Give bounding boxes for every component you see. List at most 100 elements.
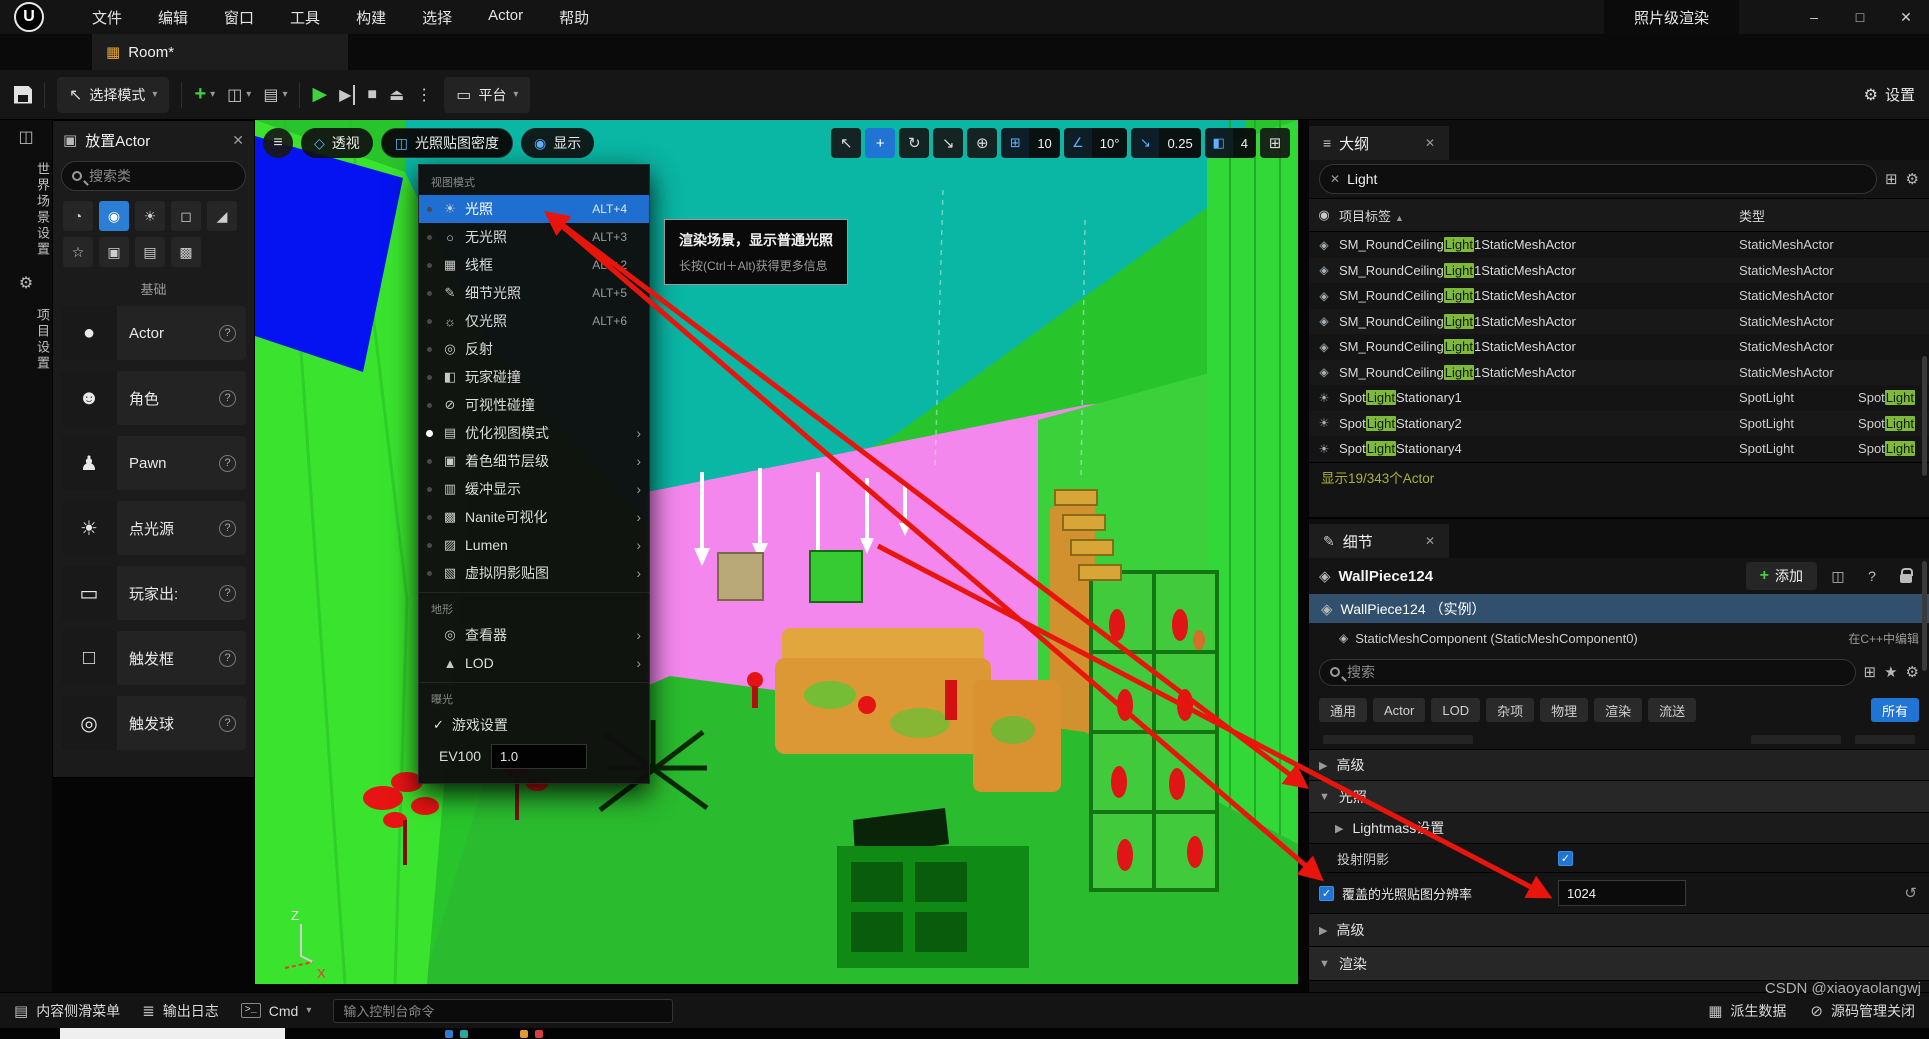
category-tile[interactable]: ◻ (171, 201, 201, 231)
lock-icon[interactable] (1893, 563, 1919, 589)
source-control-button[interactable]: ⊘ 源码管理关闭 (1810, 1001, 1915, 1021)
menu-item[interactable]: 帮助 (545, 1, 603, 34)
menu-item[interactable]: 选择 (408, 1, 466, 34)
cast-shadow-checkbox[interactable]: ✓ (1558, 851, 1573, 866)
menu-item[interactable]: 工具 (276, 1, 334, 34)
add-actor-button[interactable]: + ▾ (194, 83, 215, 106)
console-command-input[interactable]: 输入控制台命令 (333, 999, 673, 1023)
section-advanced[interactable]: ▶ 高级 (1309, 750, 1929, 781)
show-button[interactable]: ◉ 显示 (521, 128, 594, 158)
add-component-button[interactable]: + 添加 (1746, 562, 1817, 590)
settings-button[interactable]: ⚙ 设置 (1864, 84, 1915, 105)
viewport-menu-icon[interactable]: ≡ (263, 128, 293, 158)
view-mode-menu-item[interactable]: ▨ Lumen › (419, 531, 649, 559)
view-mode-menu-item[interactable]: ▲ LOD › (419, 649, 649, 677)
details-settings-icon[interactable]: ⚙ (1906, 663, 1919, 681)
platform-button[interactable]: ▭ 平台 ▾ (444, 77, 530, 113)
menu-item[interactable]: 窗口 (210, 1, 268, 34)
filter-icon[interactable]: ⊞ (1885, 170, 1898, 188)
edit-cpp-link[interactable]: 在C++中编辑 (1848, 630, 1919, 647)
cmd-selector[interactable]: >_ Cmd ▾ (241, 1003, 312, 1019)
close-button[interactable]: ✕ (1883, 0, 1929, 34)
view-mode-menu-item[interactable]: ▣ 着色细节层级 › (419, 447, 649, 475)
label-column-header[interactable]: 项目标签▲ (1339, 206, 1739, 225)
world-settings-icon[interactable]: ◫ (0, 120, 52, 154)
view-mode-button[interactable]: ◫ 光照贴图密度 (381, 128, 513, 158)
outliner-scrollbar[interactable] (1922, 356, 1927, 476)
filter-chip[interactable]: Actor (1373, 698, 1425, 722)
select-tool-button[interactable]: ↖ (831, 128, 861, 158)
details-scrollbar[interactable] (1922, 561, 1927, 671)
filter-chip[interactable]: 渲染 (1594, 698, 1642, 722)
unreal-logo-icon[interactable]: U (14, 2, 44, 32)
minimize-button[interactable]: – (1791, 0, 1837, 34)
outliner-row[interactable]: ◈ SM_RoundCeilingLight1StaticMeshActor S… (1309, 360, 1929, 386)
outliner-row[interactable]: ◈ SM_RoundCeilingLight1StaticMeshActor S… (1309, 334, 1929, 360)
filter-chip[interactable]: 通用 (1319, 698, 1367, 722)
maximize-button[interactable]: □ (1837, 0, 1883, 34)
place-actor-item[interactable]: ☀ 点光源 ? (61, 501, 246, 555)
play-options-icon[interactable]: ⋮ (416, 85, 432, 105)
frame-skip-button[interactable]: ▶ (339, 85, 355, 105)
content-drawer-button[interactable]: ▤ 内容侧滑菜单 (14, 1001, 120, 1021)
output-log-button[interactable]: ≣ 输出日志 (142, 1001, 219, 1021)
perspective-button[interactable]: ◇ 透视 (301, 128, 373, 158)
type-column-header[interactable]: 类型 (1739, 206, 1929, 225)
class-search-input[interactable]: 搜索类 (61, 161, 246, 191)
view-mode-menu-item[interactable]: ◎ 反射 › (419, 335, 649, 363)
close-icon[interactable]: ✕ (1425, 534, 1435, 548)
view-mode-menu-item[interactable]: ▥ 缓冲显示 › (419, 475, 649, 503)
category-tile[interactable]: ▤ (135, 237, 165, 267)
category-tile[interactable]: ◉ (99, 201, 129, 231)
view-mode-menu-item[interactable]: ◎ 查看器 › (419, 621, 649, 649)
eye-icon[interactable]: ◉ (1309, 207, 1339, 223)
blueprints-button[interactable]: ◫ ▾ (227, 85, 251, 105)
camera-speed-control[interactable]: ◧ 4 (1205, 128, 1256, 158)
view-mode-menu-item[interactable]: ☼ 仅光照 ALT+6 › (419, 307, 649, 335)
ev100-input[interactable]: 1.0 (491, 744, 587, 769)
component-row[interactable]: ◈ StaticMeshComponent (StaticMeshCompone… (1309, 623, 1929, 653)
menu-item[interactable]: 文件 (78, 1, 136, 34)
close-icon[interactable]: ✕ (1425, 136, 1435, 150)
view-mode-menu-item[interactable]: ◧ 玩家碰撞 › (419, 363, 649, 391)
view-mode-menu-item[interactable]: ▦ 线框 ALT+2 › (419, 251, 649, 279)
view-mode-menu-item[interactable]: ▧ 虚拟阴影贴图 › (419, 559, 649, 587)
outliner-row[interactable]: ◈ SM_RoundCeilingLight1StaticMeshActor S… (1309, 309, 1929, 335)
place-actor-item[interactable]: □ 触发框 ? (61, 631, 246, 685)
reset-to-default-icon[interactable]: ↺ (1904, 884, 1929, 902)
scale-tool-button[interactable]: ↘ (933, 128, 963, 158)
viewport-layout-button[interactable]: ⊞ (1260, 128, 1290, 158)
play-button[interactable]: ▶ (312, 83, 327, 106)
section-lightmass[interactable]: ▶ Lightmass设置 (1309, 813, 1929, 844)
derived-data-button[interactable]: ▦ 派生数据 (1708, 1001, 1786, 1021)
filter-chip[interactable]: LOD (1431, 698, 1480, 722)
filter-chip[interactable]: 流送 (1648, 698, 1696, 722)
override-checkbox[interactable]: ✓ (1319, 886, 1334, 901)
outliner-row[interactable]: ☀ SpotLightStationary4 SpotLightSpotLigh… (1309, 436, 1929, 462)
section-advanced-2[interactable]: ▶ 高级 (1309, 914, 1929, 947)
move-tool-button[interactable]: + (865, 128, 895, 158)
view-mode-menu-item[interactable]: ○ 无光照 ALT+3 › (419, 223, 649, 251)
place-actor-item[interactable]: ▭ 玩家出: ? (61, 566, 246, 620)
cinematics-button[interactable]: ▤ ▾ (263, 85, 287, 105)
rotation-snap-control[interactable]: ∠ 10° (1064, 128, 1128, 158)
view-mode-menu-item[interactable]: ▩ Nanite可视化 › (419, 503, 649, 531)
place-actor-item[interactable]: ♟ Pawn ? (61, 436, 246, 490)
photo-render-button[interactable]: 照片级渲染 (1604, 0, 1739, 34)
clear-search-icon[interactable]: ✕ (1330, 172, 1340, 186)
outliner-row[interactable]: ◈ SM_RoundCeilingLight1StaticMeshActor S… (1309, 283, 1929, 309)
view-mode-menu-item[interactable]: ☀ 光照 ALT+4 › (419, 195, 649, 223)
help-icon[interactable]: ? (1859, 563, 1885, 589)
tab-room[interactable]: ▦ Room* (92, 34, 348, 70)
outliner-tab[interactable]: ≡ 大纲 ✕ (1309, 126, 1449, 160)
place-actor-item[interactable]: ◎ 触发球 ? (61, 696, 246, 750)
section-lighting[interactable]: ▼ 光照 (1309, 781, 1929, 813)
outliner-search-input[interactable]: ✕ Light (1319, 164, 1877, 194)
stop-button[interactable]: ■ (367, 86, 377, 104)
close-icon[interactable]: ✕ (232, 132, 244, 149)
category-tile[interactable]: ▩ (171, 237, 201, 267)
rotate-tool-button[interactable]: ↻ (899, 128, 929, 158)
grid-snap-control[interactable]: ⊞ 10 (1001, 128, 1059, 158)
outliner-row[interactable]: ☀ SpotLightStationary2 SpotLightSpotLigh… (1309, 411, 1929, 437)
world-settings-tab[interactable]: 世界场景设置 (0, 162, 52, 258)
